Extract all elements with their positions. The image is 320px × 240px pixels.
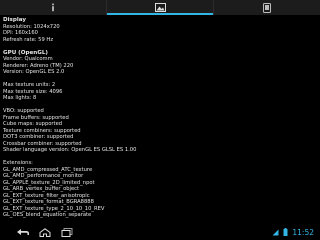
back-button[interactable] [12, 224, 34, 240]
phone-icon [263, 2, 271, 13]
tab-phone[interactable] [214, 0, 320, 15]
display-info-panel: Display Resolution: 1024x720 DPI: 160x160 R… [3, 17, 317, 224]
status-area[interactable]: 11:52 [272, 228, 314, 237]
home-icon [39, 227, 51, 237]
battery-icon [283, 228, 288, 236]
image-icon [154, 3, 166, 12]
home-button[interactable] [34, 224, 56, 240]
info-line: GL_OES_blend_equation_separate [3, 212, 92, 218]
back-icon [17, 229, 29, 235]
wifi-signal-icon [272, 229, 279, 235]
tab-info[interactable] [0, 0, 107, 15]
tab-display[interactable] [107, 0, 214, 15]
system-navigation-bar: 11:52 [0, 224, 320, 240]
recent-apps-button[interactable] [56, 224, 78, 240]
tab-bar [0, 0, 320, 15]
status-clock: 11:52 [292, 227, 314, 237]
info-icon [52, 3, 54, 12]
recent-apps-icon [61, 227, 73, 237]
